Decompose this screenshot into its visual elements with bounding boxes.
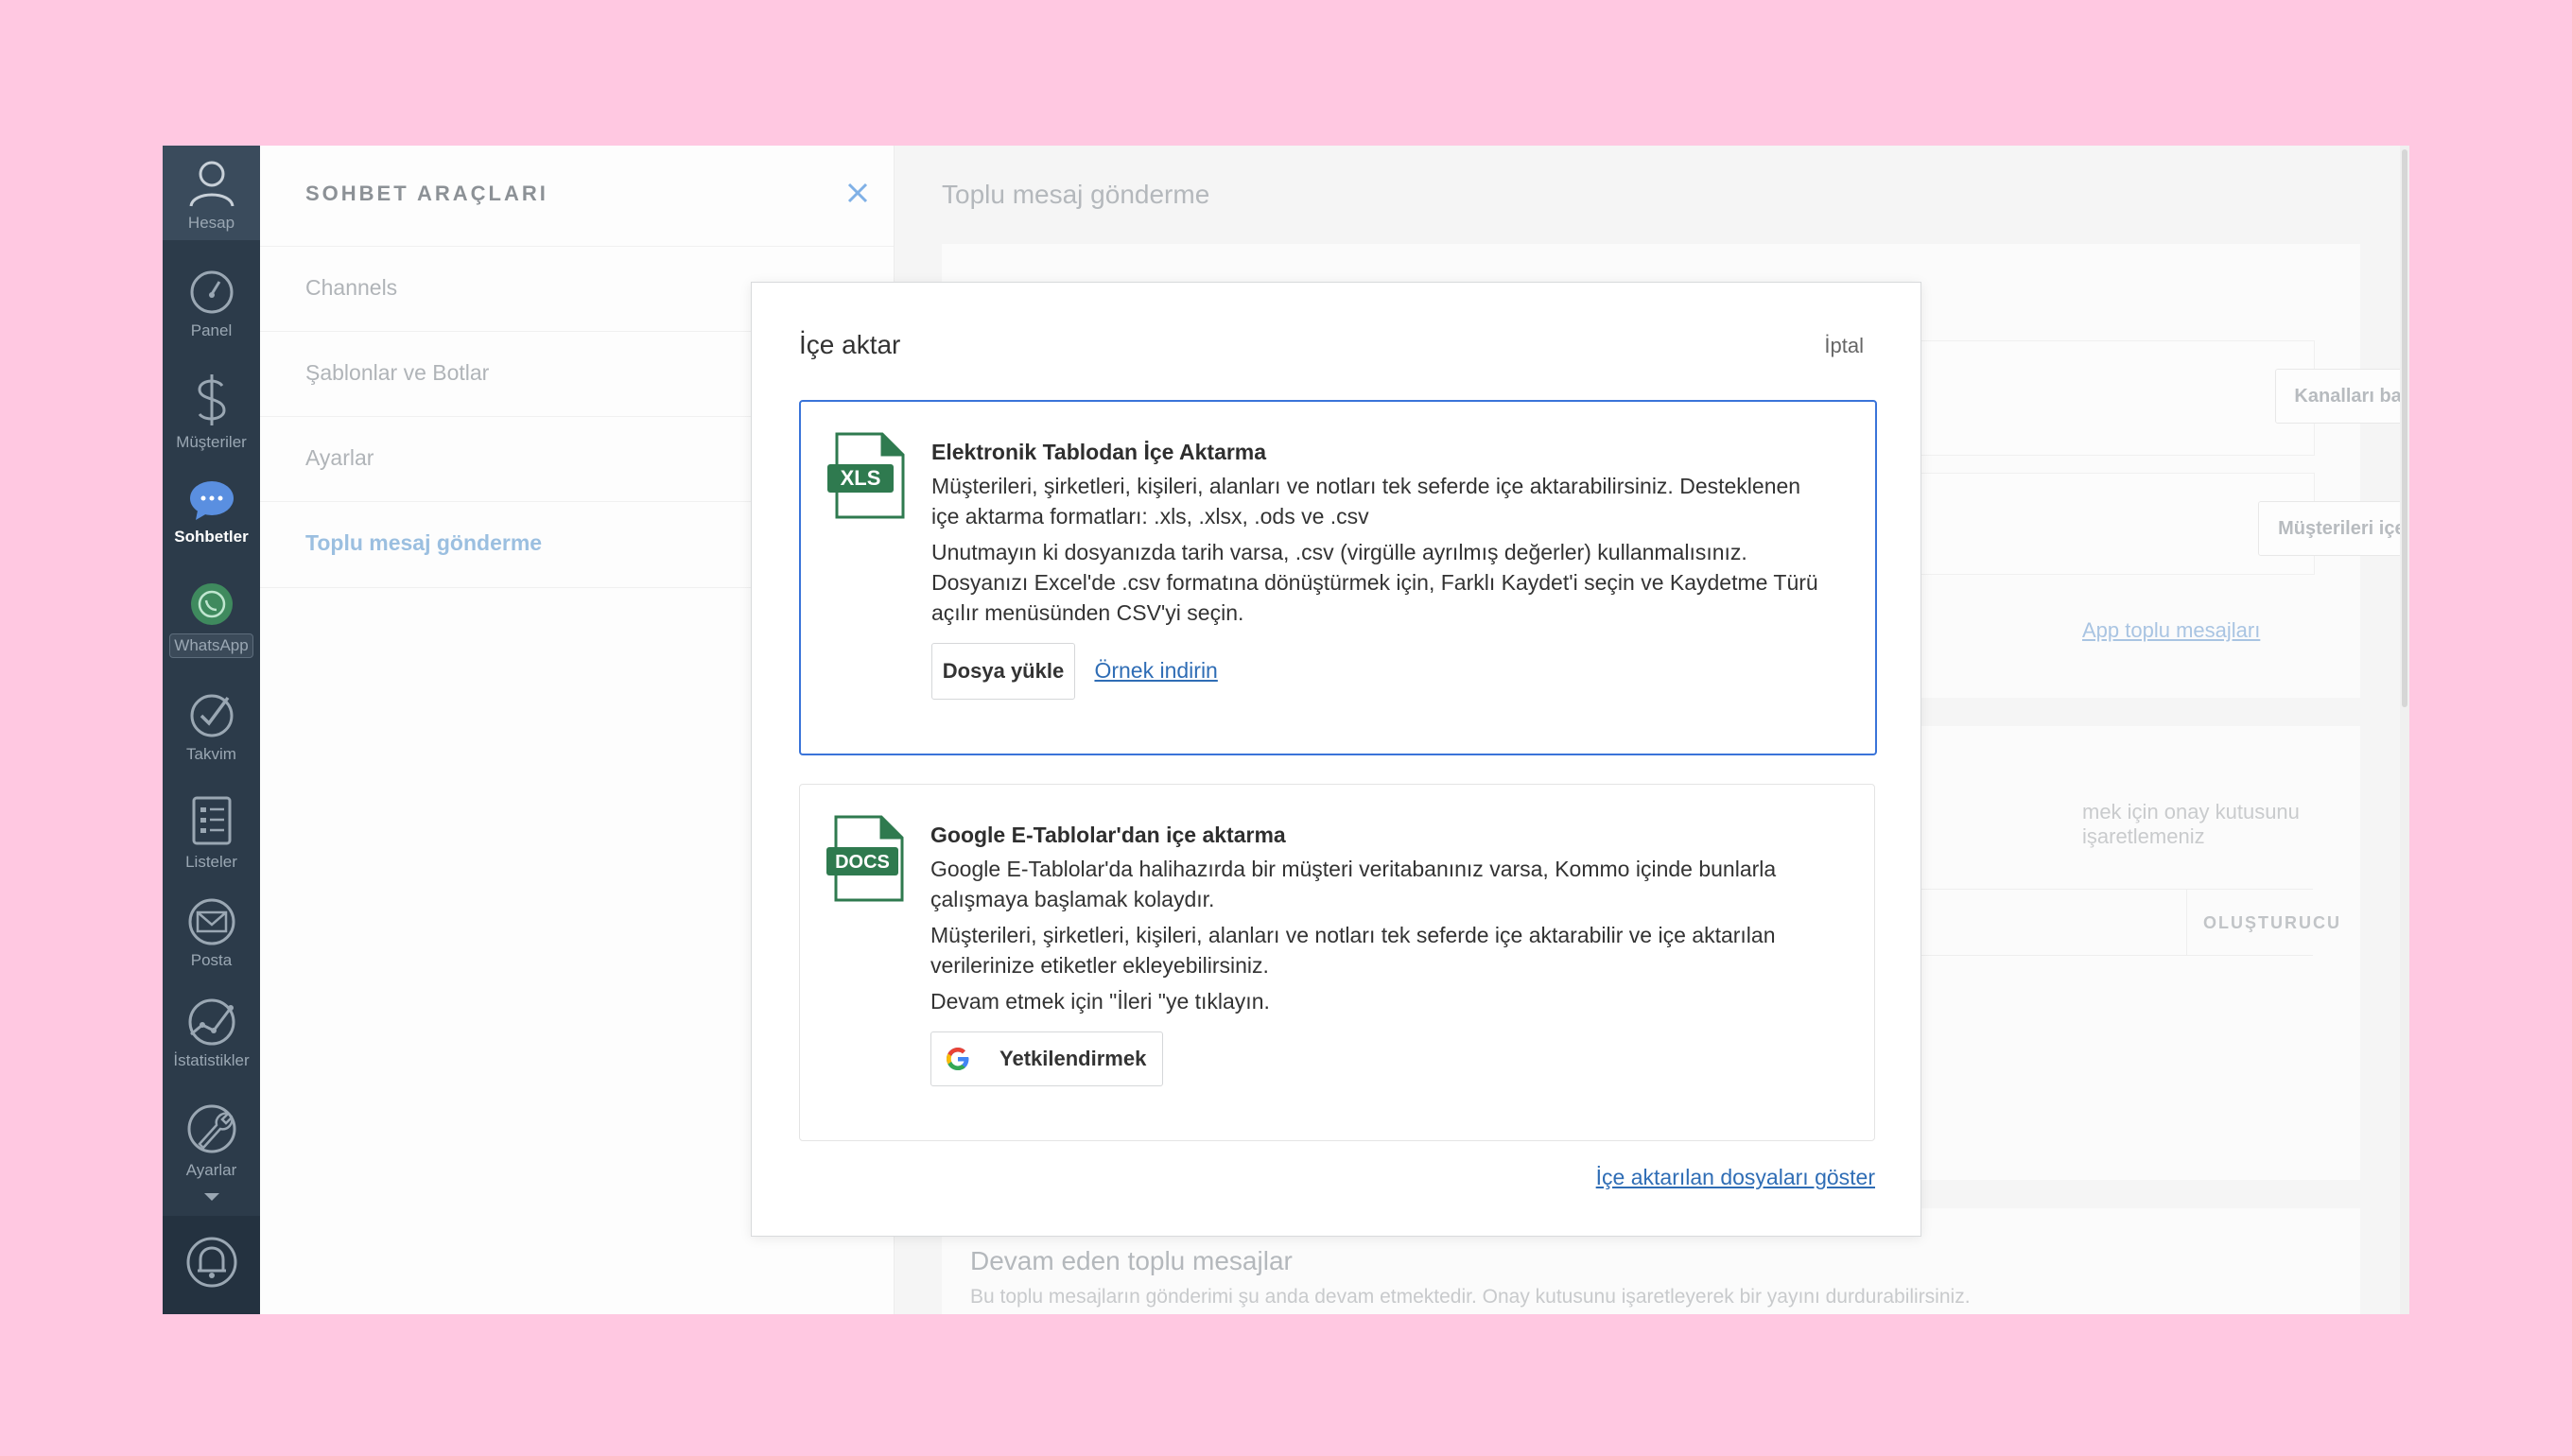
- docs-file-icon: DOCS: [826, 815, 904, 902]
- cancel-button[interactable]: İptal: [1824, 334, 1864, 358]
- nav-item-settings[interactable]: Ayarlar: [163, 1102, 260, 1180]
- nav-item-customers[interactable]: Müşteriler: [163, 373, 260, 452]
- panel-item-label: Channels: [305, 275, 398, 300]
- nav-item-account[interactable]: Hesap: [163, 157, 260, 233]
- chart-icon: [188, 998, 235, 1046]
- whatsapp-icon: [190, 583, 233, 625]
- xls-badge: XLS: [841, 466, 881, 490]
- nav-item-mail[interactable]: Posta: [163, 898, 260, 970]
- nav-item-label: Sohbetler: [174, 528, 249, 546]
- column-header-creator: OLUŞTURUCU: [2203, 913, 2341, 932]
- spreadsheet-import-card: XLS Elektronik Tablodan İçe Aktarma Müşt…: [799, 400, 1877, 755]
- google-sheets-tags-note: Müşterileri, şirketleri, kişileri, alanl…: [930, 923, 1776, 978]
- nav-item-label: Panel: [190, 321, 233, 339]
- xls-file-icon: XLS: [827, 432, 905, 519]
- wrench-icon: [187, 1104, 235, 1153]
- speedometer-icon: [190, 270, 233, 314]
- nav-item-label: Listeler: [185, 853, 237, 871]
- google-sheets-heading: Google E-Tablolar'dan içe aktarma: [930, 823, 1286, 847]
- nav-item-label: WhatsApp: [169, 633, 253, 658]
- panel-item-label: Toplu mesaj gönderme: [305, 530, 543, 555]
- show-imported-files-link[interactable]: İçe aktarılan dosyaları göster: [1596, 1165, 1875, 1190]
- nav-item-whatsapp[interactable]: WhatsApp: [163, 581, 260, 658]
- authorize-button[interactable]: Yetkilendirmek: [930, 1031, 1163, 1086]
- ongoing-title: Devam eden toplu mesajlar: [970, 1246, 1293, 1275]
- nav-item-chats[interactable]: Sohbetler: [163, 478, 260, 546]
- modal-title: İçe aktar: [799, 330, 901, 359]
- mail-icon: [188, 898, 235, 945]
- dollar-icon: [197, 374, 226, 425]
- nav-item-label: Müşteriler: [176, 433, 247, 451]
- nav-item-label: İstatistikler: [173, 1051, 250, 1069]
- chat-bubble-icon: [189, 481, 234, 520]
- google-icon: [947, 1048, 969, 1070]
- import-modal: İçe aktar İptal XLS Elektronik Tablodan …: [751, 282, 1921, 1237]
- nav-item-label: Hesap: [187, 214, 235, 232]
- panel-item-label: Ayarlar: [305, 445, 374, 470]
- user-icon: [189, 161, 234, 207]
- nav-item-label: Ayarlar: [185, 1161, 237, 1179]
- chevron-down-icon[interactable]: [202, 1191, 221, 1203]
- connect-channels-button[interactable]: Kanalları bağlayın: [2275, 369, 2409, 424]
- page-title: Toplu mesaj gönderme: [942, 180, 1210, 209]
- google-sheets-import-card: DOCS Google E-Tablolar'dan içe aktarma G…: [799, 784, 1875, 1141]
- nav-item-label: Takvim: [186, 745, 236, 763]
- xls-csv-note: Unutmayın ki dosyanızda tarih varsa, .cs…: [931, 540, 1818, 625]
- import-customers-button[interactable]: Müşterileri içe aktar: [2258, 501, 2409, 556]
- scrollbar[interactable]: [2400, 146, 2409, 1314]
- checkbox-hint: mek için onay kutusunu işaretlemeniz: [2082, 800, 2300, 848]
- nav-item-panel[interactable]: Panel: [163, 269, 260, 340]
- authorize-button-label: Yetkilendirmek: [999, 1047, 1147, 1070]
- download-sample-link[interactable]: Örnek indirin: [1094, 658, 1217, 683]
- panel-title: SOHBET ARAÇLARI: [305, 182, 548, 205]
- close-icon[interactable]: [846, 182, 869, 204]
- docs-badge: DOCS: [835, 852, 890, 873]
- google-sheets-continue-note: Devam etmek için "İleri "ye tıklayın.: [930, 989, 1270, 1014]
- xls-description: Müşterileri, şirketleri, kişileri, alanl…: [931, 474, 1801, 529]
- left-navigation: Hesap Panel Müşteriler Sohbetler WhatsAp…: [163, 146, 260, 1314]
- xls-heading: Elektronik Tablodan İçe Aktarma: [931, 440, 1267, 464]
- nav-item-lists[interactable]: Listeler: [163, 794, 260, 872]
- google-sheets-description: Google E-Tablolar'da halihazırda bir müş…: [930, 857, 1777, 911]
- panel-item-label: Şablonlar ve Botlar: [305, 360, 490, 385]
- checkmark-icon: [190, 694, 233, 737]
- nav-item-label: Posta: [190, 951, 233, 969]
- nav-item-calendar[interactable]: Takvim: [163, 692, 260, 764]
- bell-icon[interactable]: [185, 1235, 238, 1290]
- list-icon: [192, 796, 231, 845]
- ongoing-description: Bu toplu mesajların gönderimi şu anda de…: [970, 1286, 1971, 1308]
- nav-item-statistics[interactable]: İstatistikler: [163, 998, 260, 1070]
- whatsapp-broadcast-link[interactable]: App toplu mesajları: [2082, 618, 2260, 643]
- upload-file-button[interactable]: Dosya yükle: [931, 643, 1075, 700]
